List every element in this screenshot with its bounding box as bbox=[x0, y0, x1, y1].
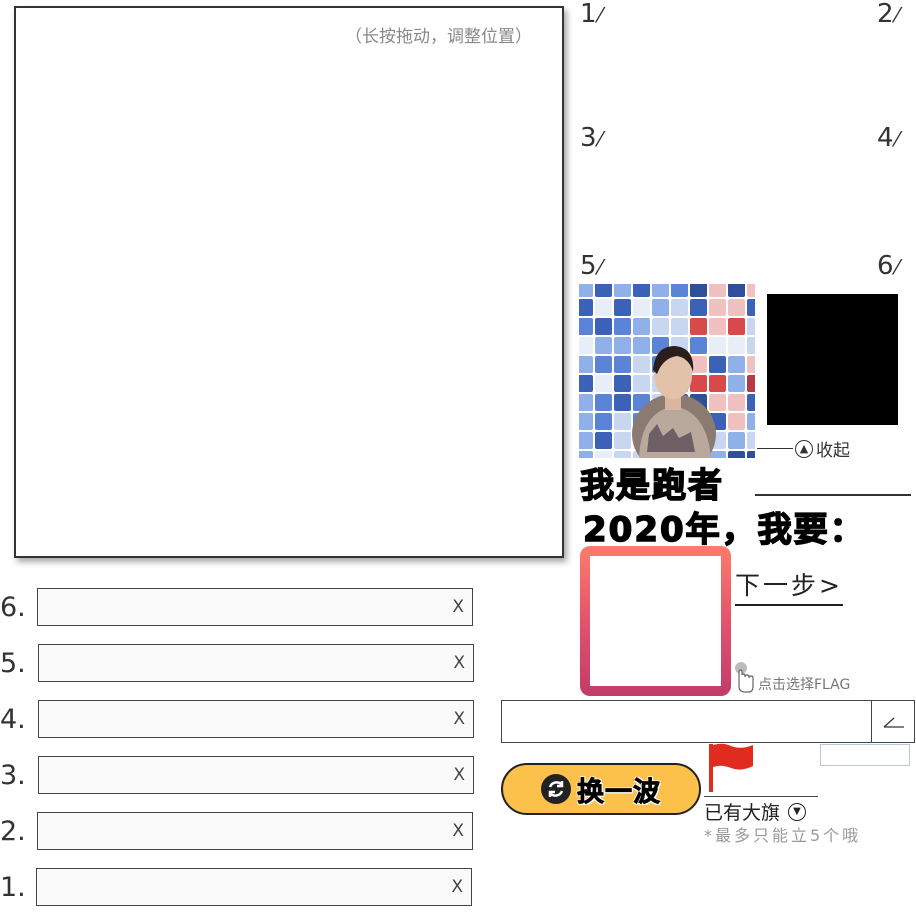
flag-text-field[interactable] bbox=[45, 761, 449, 791]
drag-canvas[interactable]: （长按拖动，调整位置） bbox=[14, 6, 564, 558]
qr-placeholder bbox=[767, 294, 898, 425]
name-underline[interactable] bbox=[755, 494, 911, 496]
flag-text-field[interactable] bbox=[44, 593, 448, 623]
flag-input-1[interactable]: X bbox=[36, 868, 472, 906]
clear-button[interactable]: X bbox=[451, 877, 463, 897]
title-runner: 我是跑者 bbox=[579, 465, 724, 507]
slash-icon: ⁄ bbox=[598, 255, 602, 279]
title-year-goal: 2020年，我要： bbox=[582, 509, 866, 551]
tap-hand-icon bbox=[735, 662, 754, 693]
row-label-6: 6. bbox=[0, 592, 26, 623]
flag-text-field[interactable] bbox=[45, 705, 449, 735]
row-label-3: 3. bbox=[0, 760, 26, 791]
slash-icon: ⁄ bbox=[895, 3, 899, 27]
flag-text-field[interactable] bbox=[43, 873, 447, 903]
select-flag-hint[interactable]: 点击选择FLAG bbox=[733, 660, 850, 694]
slot-4[interactable]: 4 ⁄ bbox=[877, 124, 899, 153]
slot-number: 5 bbox=[580, 251, 597, 281]
row-label-2: 2. bbox=[0, 816, 26, 847]
existing-flags-label: 已有大旗 bbox=[704, 802, 781, 824]
slot-number: 2 bbox=[877, 0, 894, 29]
next-step-button[interactable]: 下一步> bbox=[735, 566, 843, 606]
row-label-1: 1. bbox=[0, 872, 26, 903]
slash-icon: ⁄ bbox=[895, 127, 899, 151]
slot-2[interactable]: 2 ⁄ bbox=[877, 0, 899, 29]
flag-text-field[interactable] bbox=[44, 817, 448, 847]
submit-pencil-icon[interactable] bbox=[872, 701, 915, 742]
chevron-down-icon: ▼ bbox=[788, 802, 807, 821]
slash-icon: ⁄ bbox=[895, 255, 899, 279]
slash-icon: ⁄ bbox=[598, 127, 602, 151]
existing-flags-toggle[interactable]: 已有大旗 ▼ bbox=[704, 798, 807, 825]
custom-flag-input[interactable] bbox=[501, 700, 915, 743]
flag-text-field[interactable] bbox=[45, 649, 449, 679]
swap-label: 换一波 bbox=[577, 776, 661, 808]
swap-batch-button[interactable]: 换一波 bbox=[501, 763, 701, 815]
flag-card-inner bbox=[590, 556, 721, 686]
flag-icon bbox=[709, 743, 753, 792]
clear-button[interactable]: X bbox=[452, 821, 464, 841]
limit-note: *最多只能立5个哦 bbox=[704, 826, 862, 845]
row-label-5: 5. bbox=[0, 648, 26, 679]
clear-button[interactable]: X bbox=[453, 765, 465, 785]
clear-button[interactable]: X bbox=[453, 653, 465, 673]
flag-input-6[interactable]: X bbox=[37, 588, 473, 626]
slot-6[interactable]: 6 ⁄ bbox=[877, 252, 899, 281]
divider bbox=[704, 796, 818, 797]
clear-button[interactable]: X bbox=[452, 597, 464, 617]
profile-photo bbox=[579, 284, 755, 458]
clear-button[interactable]: X bbox=[453, 709, 465, 729]
chevron-up-icon: ▲ bbox=[795, 439, 813, 458]
slash-icon: ⁄ bbox=[598, 3, 602, 27]
slot-number: 6 bbox=[877, 251, 894, 281]
collapse-label: 收起 bbox=[816, 441, 850, 461]
select-flag-label: 点击选择FLAG bbox=[758, 677, 851, 693]
refresh-icon bbox=[541, 774, 571, 804]
slot-3[interactable]: 3 ⁄ bbox=[580, 124, 602, 153]
flag-card[interactable] bbox=[580, 546, 731, 696]
flag-input-3[interactable]: X bbox=[38, 756, 474, 794]
slot-1[interactable]: 1 ⁄ bbox=[580, 0, 602, 29]
divider bbox=[757, 448, 793, 449]
flag-input-5[interactable]: X bbox=[38, 644, 474, 682]
slot-number: 4 bbox=[877, 123, 894, 153]
canvas-hint: （长按拖动，调整位置） bbox=[345, 27, 532, 47]
flag-input-2[interactable]: X bbox=[37, 812, 473, 850]
slot-5[interactable]: 5 ⁄ bbox=[580, 252, 602, 281]
mini-input[interactable] bbox=[820, 744, 910, 766]
row-label-4: 4. bbox=[0, 704, 26, 735]
slot-number: 1 bbox=[580, 0, 597, 29]
slot-number: 3 bbox=[580, 123, 597, 153]
collapse-toggle[interactable]: ▲ 收起 bbox=[757, 436, 850, 461]
flag-input-4[interactable]: X bbox=[38, 700, 474, 738]
